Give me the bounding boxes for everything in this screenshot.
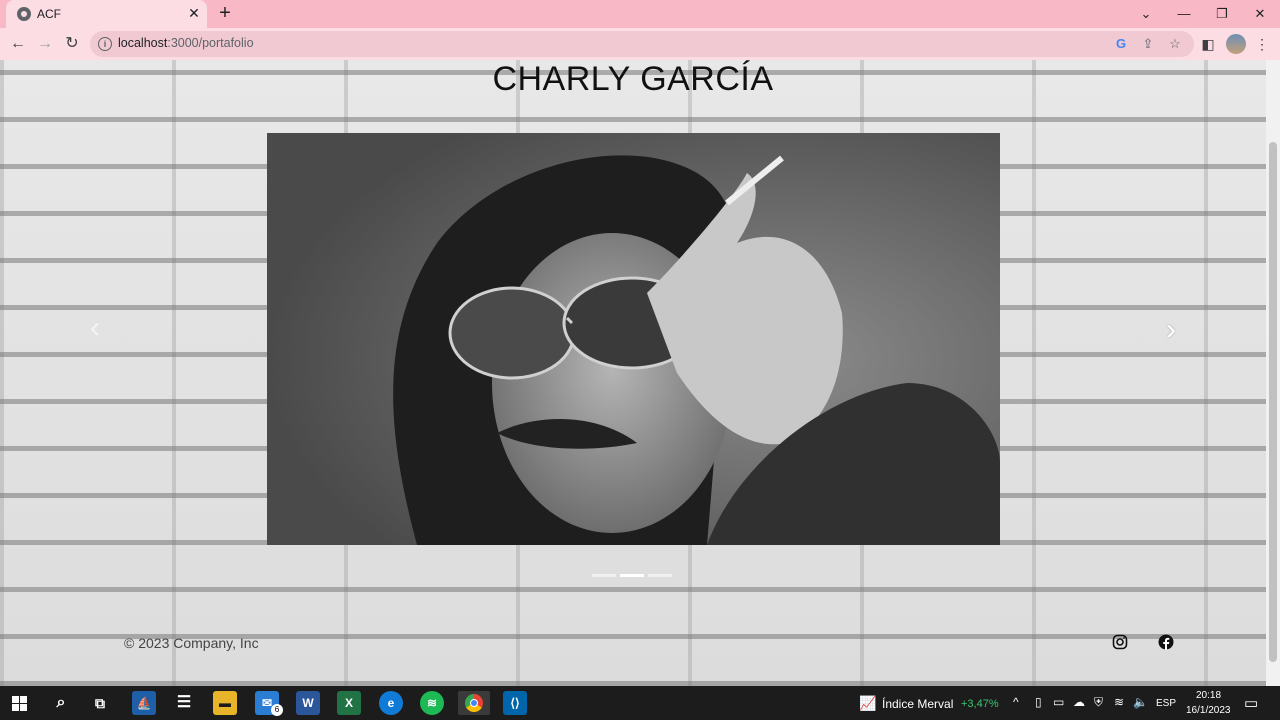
profile-avatar[interactable] xyxy=(1226,34,1246,54)
search-icon[interactable]: ⌕ xyxy=(49,691,73,715)
carousel-indicator[interactable] xyxy=(592,574,616,577)
edge-icon[interactable]: e xyxy=(379,691,403,715)
carousel-indicators xyxy=(592,574,672,578)
globe-icon xyxy=(17,7,31,21)
task-view-icon[interactable]: ⧉ xyxy=(88,691,112,715)
new-tab-button[interactable]: + xyxy=(215,3,235,24)
browser-toolbar: ← → ↻ i localhost:3000/portafolio G ⇪ ☆ … xyxy=(0,28,1280,60)
browser-tab[interactable]: ACF ✕ xyxy=(6,0,207,28)
google-lens-icon[interactable]: G xyxy=(1111,34,1131,54)
excel-icon[interactable]: X xyxy=(337,691,361,715)
onedrive-icon[interactable]: ☁ xyxy=(1073,695,1085,709)
spotify-icon[interactable]: ≋ xyxy=(420,691,444,715)
clock-date[interactable]: 16/1/2023 xyxy=(1186,705,1231,716)
app-icon[interactable]: ⛵ xyxy=(132,691,156,715)
bookmark-star-icon[interactable]: ☆ xyxy=(1165,34,1185,54)
windows-start-icon[interactable] xyxy=(12,696,27,711)
chrome-icon[interactable] xyxy=(458,691,490,715)
close-window-button[interactable]: ✕ xyxy=(1248,4,1272,24)
file-explorer-icon[interactable]: ▬ xyxy=(213,691,237,715)
merval-change: +3,47% xyxy=(961,698,999,710)
restore-button[interactable]: ❐ xyxy=(1210,4,1234,24)
back-button[interactable]: ← xyxy=(7,33,29,55)
word-icon[interactable]: W xyxy=(296,691,320,715)
reload-button[interactable]: ↻ xyxy=(61,33,83,55)
carousel-next-button[interactable]: › xyxy=(1158,310,1184,350)
mail-badge: 6 xyxy=(271,704,283,716)
battery-icon[interactable]: ▭ xyxy=(1053,695,1064,709)
kebab-menu-icon[interactable]: ⋮ xyxy=(1252,34,1272,54)
tab-title: ACF xyxy=(37,7,61,21)
volume-icon[interactable]: 🔈 xyxy=(1133,695,1148,709)
portfolio-page: CHARLY GARCÍA ‹ › © 2023 Company, Inc xyxy=(0,60,1266,686)
database-icon[interactable]: ☰ xyxy=(172,691,196,715)
page-title: CHARLY GARCÍA xyxy=(492,60,774,98)
forward-button[interactable]: → xyxy=(34,33,56,55)
carousel-slide[interactable] xyxy=(267,133,1000,545)
language-indicator[interactable]: ESP xyxy=(1156,698,1176,709)
windows-taskbar: ⌕ ⧉ ⛵ ☰ ▬ ✉ 6 W X e ≋ ⟨⟩ 📈 Índice Merval… xyxy=(0,686,1280,720)
tab-search-chevron-down-icon[interactable]: ⌄ xyxy=(1134,4,1158,24)
address-bar[interactable]: i localhost:3000/portafolio G ⇪ ☆ xyxy=(90,31,1194,57)
carousel-indicator[interactable] xyxy=(648,574,672,577)
chevron-up-icon[interactable]: ^ xyxy=(1013,695,1019,709)
notification-icon[interactable]: ▭ xyxy=(1244,694,1258,712)
device-icon[interactable]: ▯ xyxy=(1035,695,1042,709)
clock-time[interactable]: 20:18 xyxy=(1196,690,1221,701)
wifi-icon[interactable]: ≋ xyxy=(1114,695,1124,709)
carousel-prev-button[interactable]: ‹ xyxy=(82,308,108,348)
close-tab-icon[interactable]: ✕ xyxy=(186,5,202,21)
url-text[interactable]: localhost:3000/portafolio xyxy=(118,36,254,50)
merval-label[interactable]: Índice Merval xyxy=(882,697,953,711)
security-icon[interactable]: ⛨ xyxy=(1094,695,1103,710)
minimize-button[interactable]: — xyxy=(1172,4,1196,24)
instagram-icon[interactable] xyxy=(1112,634,1128,650)
page-scrollbar[interactable] xyxy=(1266,60,1280,686)
share-icon[interactable]: ⇪ xyxy=(1138,34,1158,54)
scrollbar-thumb[interactable] xyxy=(1269,142,1277,662)
carousel-indicator-active[interactable] xyxy=(620,574,644,577)
side-panel-icon[interactable]: ◧ xyxy=(1198,34,1218,54)
footer-copyright: © 2023 Company, Inc xyxy=(124,635,259,651)
tab-strip: ACF ✕ + ⌄ — ❐ ✕ xyxy=(0,0,1280,28)
stock-chart-icon[interactable]: 📈 xyxy=(856,691,880,715)
portrait-photo xyxy=(267,133,1000,545)
vscode-icon[interactable]: ⟨⟩ xyxy=(503,691,527,715)
facebook-icon[interactable] xyxy=(1158,634,1174,650)
site-info-icon[interactable]: i xyxy=(98,37,112,51)
